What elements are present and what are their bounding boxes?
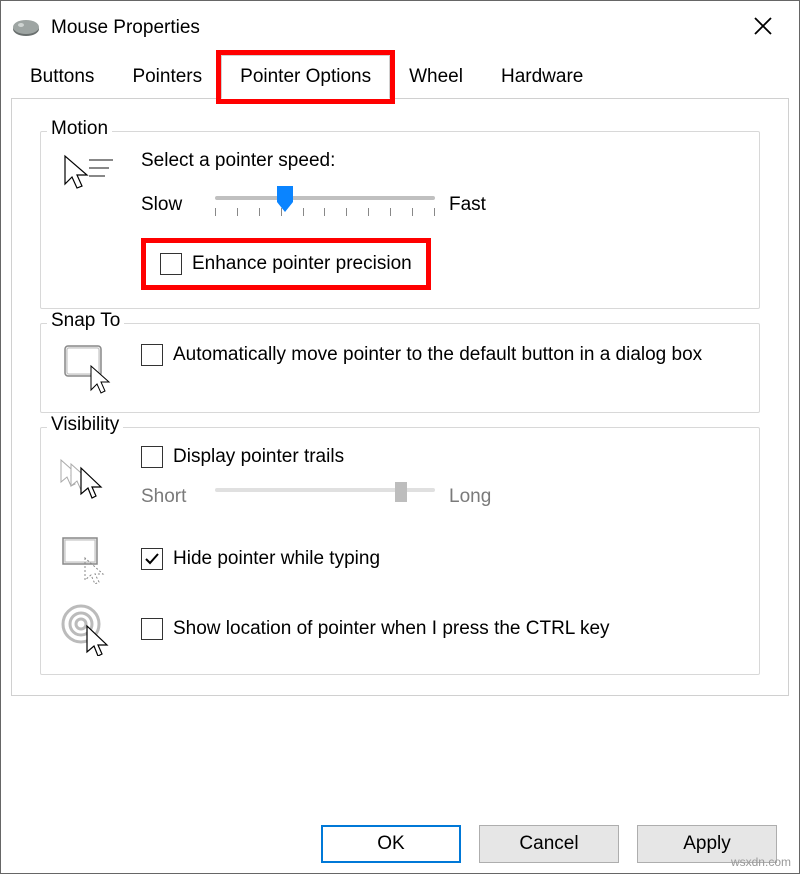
tab-label: Wheel [409, 66, 463, 87]
titlebar-left: Mouse Properties [11, 17, 200, 39]
group-motion: Motion Select a pointe [40, 131, 760, 309]
group-title: Snap To [47, 310, 124, 332]
tab-pointer-options[interactable]: Pointer Options [221, 55, 390, 99]
close-button[interactable] [743, 15, 783, 41]
hide-typing-label: Hide pointer while typing [173, 548, 380, 570]
pointer-trails-label: Display pointer trails [173, 446, 344, 468]
enhance-precision-checkbox[interactable] [160, 253, 182, 275]
watermark: wsxdn.com [731, 855, 791, 869]
ctrl-locate-checkbox[interactable] [141, 618, 163, 640]
ctrl-locate-label: Show location of pointer when I press th… [173, 618, 610, 640]
hide-typing-icon [59, 534, 119, 584]
tab-pointers[interactable]: Pointers [113, 55, 221, 98]
long-label: Long [449, 486, 509, 508]
short-label: Short [141, 486, 201, 508]
mouse-icon [11, 19, 41, 37]
slider-thumb-icon [395, 482, 407, 502]
group-title: Motion [47, 118, 112, 140]
trails-length-slider [215, 478, 435, 516]
snap-to-label: Automatically move pointer to the defaul… [173, 342, 702, 368]
group-snap-to: Snap To Autom [40, 323, 760, 413]
slow-label: Slow [141, 194, 201, 216]
fast-label: Fast [449, 194, 509, 216]
tab-buttons[interactable]: Buttons [11, 55, 113, 98]
tab-hardware[interactable]: Hardware [482, 55, 602, 98]
motion-pointer-icon [59, 150, 119, 200]
highlight-box: Enhance pointer precision [141, 238, 431, 290]
tab-wheel[interactable]: Wheel [390, 55, 482, 98]
ok-button[interactable]: OK [321, 825, 461, 863]
dialog-buttons: OK Cancel Apply [321, 825, 777, 863]
pointer-speed-slider[interactable] [215, 186, 435, 224]
group-visibility: Visibility [40, 427, 760, 675]
ctrl-locate-icon [59, 602, 119, 656]
titlebar: Mouse Properties [1, 1, 799, 55]
enhance-precision-label: Enhance pointer precision [192, 253, 412, 275]
snap-to-checkbox[interactable] [141, 344, 163, 366]
tab-label: Hardware [501, 66, 583, 87]
speed-label: Select a pointer speed: [141, 150, 741, 172]
cancel-button[interactable]: Cancel [479, 825, 619, 863]
group-title: Visibility [47, 414, 123, 436]
window-title: Mouse Properties [51, 17, 200, 39]
tab-label: Pointer Options [240, 66, 371, 87]
pointer-trails-checkbox[interactable] [141, 446, 163, 468]
tab-strip: Buttons Pointers Pointer Options Wheel H… [11, 55, 789, 99]
snap-to-icon [59, 342, 119, 394]
hide-typing-checkbox[interactable] [141, 548, 163, 570]
tab-label: Pointers [132, 66, 202, 87]
tab-label: Buttons [30, 66, 94, 87]
pointer-trails-icon [59, 458, 119, 504]
tab-panel: Motion Select a pointe [11, 99, 789, 696]
